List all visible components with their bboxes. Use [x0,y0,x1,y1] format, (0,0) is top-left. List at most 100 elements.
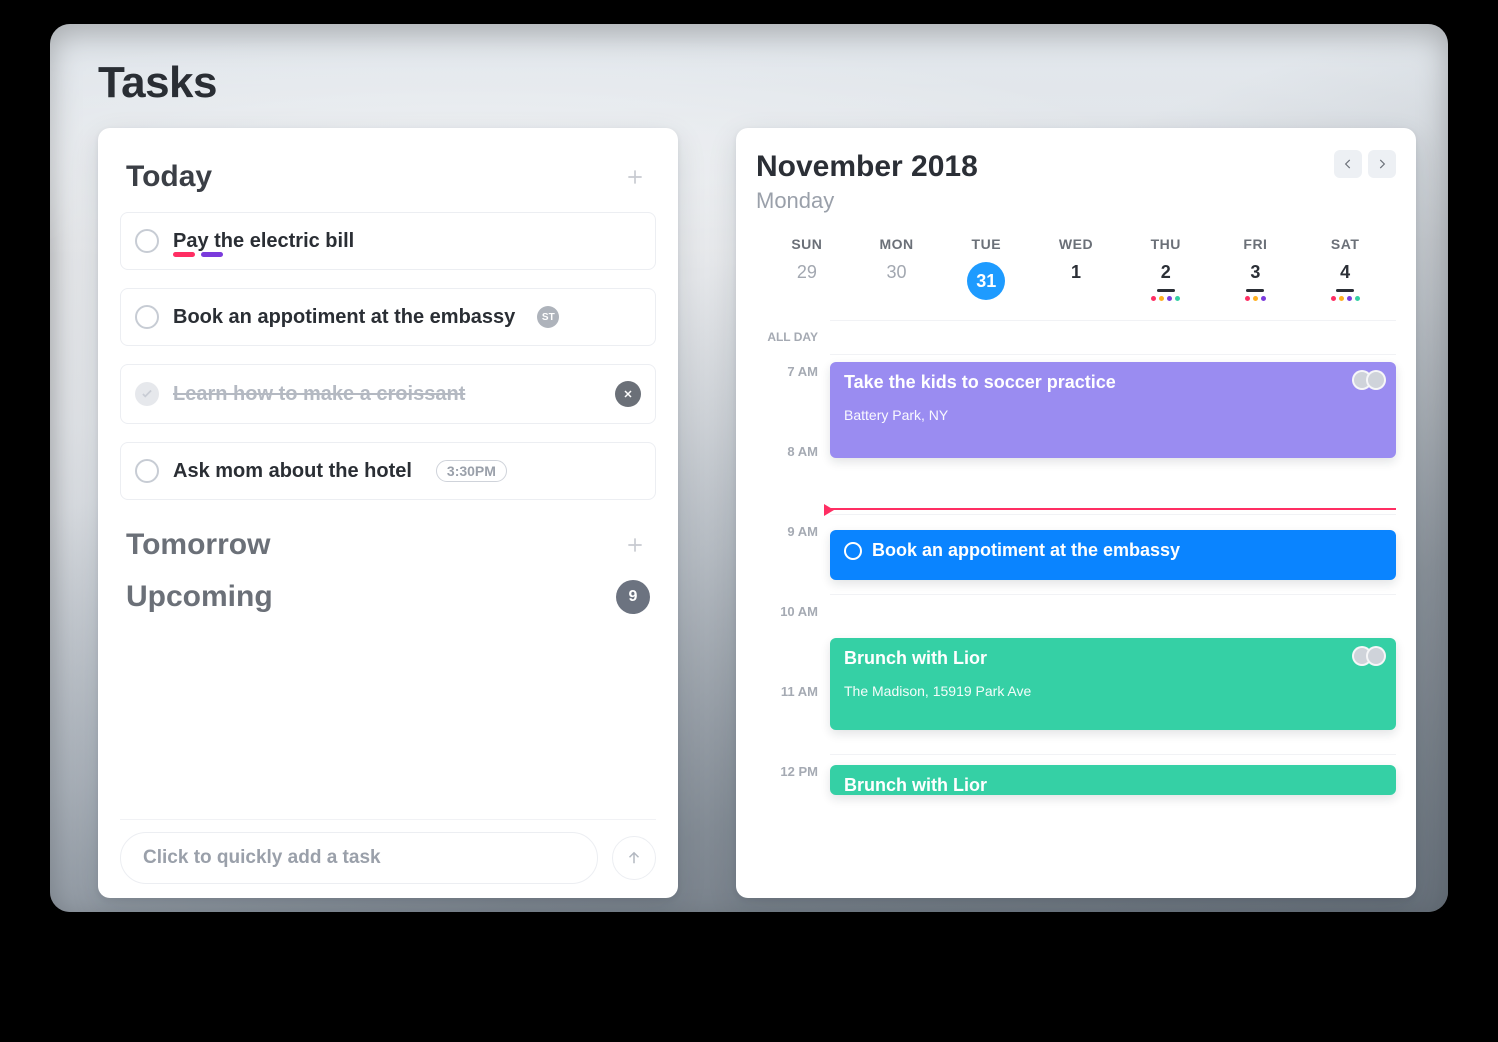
date-dot-row [1331,296,1360,302]
avatar [1366,370,1386,390]
task-item[interactable]: Pay the electric bill [120,212,656,270]
date-dot [1355,296,1360,301]
task-title: Book an appotiment at the embassy [173,306,515,329]
avatar-stack [1352,370,1386,390]
task-item[interactable]: Ask mom about the hotel 3:30PM [120,442,656,500]
date-dot [1159,296,1164,301]
event-subtitle: Battery Park, NY [844,407,1382,423]
next-week-button[interactable] [1368,150,1396,178]
prev-week-button[interactable] [1334,150,1362,178]
dow-label: TUE [941,236,1031,252]
allday-label: ALL DAY [756,330,826,364]
task-tag-underline [173,252,195,257]
plus-icon [625,535,645,555]
arrow-up-icon [625,849,643,867]
date-dot-row [1151,296,1180,302]
event-title: Book an appotiment at the embassy [872,540,1180,561]
date-cell[interactable]: 30 [852,256,942,308]
date-underline [1246,289,1264,292]
date-dot [1339,296,1344,301]
date-dot [1167,296,1172,301]
event-title: Brunch with Lior [844,775,987,795]
time-label: 7 AM [756,364,826,444]
task-time-pill: 3:30PM [436,460,507,482]
current-time-indicator [830,508,1396,510]
time-label: 12 PM [756,764,826,844]
date-cell[interactable]: 29 [762,256,852,308]
calendar-panel: November 2018 Monday SUN MON TUE WED T [736,128,1416,898]
task-item-completed[interactable]: Learn how to make a croissant [120,364,656,424]
date-cell[interactable]: 2 [1121,256,1211,308]
checkbox-ring-icon[interactable] [135,459,159,483]
calendar-dates: 2930311234 [756,252,1396,312]
task-avatar-chip: ST [537,306,559,328]
calendar-subtitle: Monday [756,188,978,214]
date-dot [1245,296,1250,301]
date-dot [1347,296,1352,301]
calendar-event[interactable]: Brunch with Lior The Madison, 15919 Park … [830,638,1396,730]
avatar [1366,646,1386,666]
time-label: 8 AM [756,444,826,524]
quick-add-bar: Click to quickly add a task [120,819,656,884]
tomorrow-heading: Tomorrow [126,528,270,562]
close-icon [622,388,634,400]
dow-label: THU [1121,236,1211,252]
delete-task-button[interactable] [615,381,641,407]
check-icon[interactable] [135,382,159,406]
avatar-stack [1352,646,1386,666]
dow-label: SAT [1300,236,1390,252]
task-tag-underline [201,252,223,257]
calendar-header: November 2018 Monday [756,150,1396,214]
upcoming-count-badge: 9 [616,580,650,614]
dow-label: WED [1031,236,1121,252]
tasks-panel: Today Pay the electric bill Book an appo… [98,128,678,898]
date-underline [1157,289,1175,292]
date-cell[interactable]: 4 [1300,256,1390,308]
task-title: Pay the electric bill [173,230,354,253]
plus-icon [625,167,645,187]
date-dot-row [1245,296,1266,302]
date-dot [1175,296,1180,301]
event-ring-icon [844,542,862,560]
tomorrow-section-header: Tomorrow [126,528,650,562]
today-heading: Today [126,160,212,194]
upcoming-heading: Upcoming [126,580,273,614]
task-title: Learn how to make a croissant [173,383,465,406]
today-section-header: Today [126,160,650,194]
dow-label: SUN [762,236,852,252]
date-cell[interactable]: 3 [1211,256,1301,308]
calendar-title: November 2018 [756,150,978,184]
task-title: Ask mom about the hotel [173,460,412,483]
task-item[interactable]: Book an appotiment at the embassy ST [120,288,656,346]
time-label: 11 AM [756,684,826,764]
date-dot [1151,296,1156,301]
event-title: Take the kids to soccer practice [844,372,1116,392]
add-task-tomorrow-button[interactable] [620,530,650,560]
time-label: 9 AM [756,524,826,604]
date-cell[interactable]: 31 [941,256,1031,308]
chevron-left-icon [1341,157,1355,171]
dow-label: FRI [1211,236,1301,252]
time-column: ALL DAY 7 AM 8 AM 9 AM 10 AM 11 AM 12 PM [756,330,826,844]
date-underline [1336,289,1354,292]
dow-label: MON [852,236,942,252]
calendar-event[interactable]: Book an appotiment at the embassy [830,530,1396,580]
event-title: Brunch with Lior [844,648,987,668]
today-task-list: Pay the electric bill Book an appotiment… [120,212,656,500]
quick-add-input[interactable]: Click to quickly add a task [120,832,598,884]
date-dot [1253,296,1258,301]
checkbox-ring-icon[interactable] [135,229,159,253]
quick-add-submit-button[interactable] [612,836,656,880]
calendar-event[interactable]: Take the kids to soccer practice Battery … [830,362,1396,458]
calendar-nav [1334,150,1396,178]
date-dot [1261,296,1266,301]
checkbox-ring-icon[interactable] [135,305,159,329]
add-task-today-button[interactable] [620,162,650,192]
event-subtitle: The Madison, 15919 Park Ave [844,683,1382,699]
page-title: Tasks [98,58,217,108]
date-cell[interactable]: 1 [1031,256,1121,308]
calendar-dow: SUN MON TUE WED THU FRI SAT [756,236,1396,252]
chevron-right-icon [1375,157,1389,171]
calendar-event[interactable]: Brunch with Lior [830,765,1396,795]
app-window: Tasks Today Pay the electric bill Book [50,24,1448,912]
